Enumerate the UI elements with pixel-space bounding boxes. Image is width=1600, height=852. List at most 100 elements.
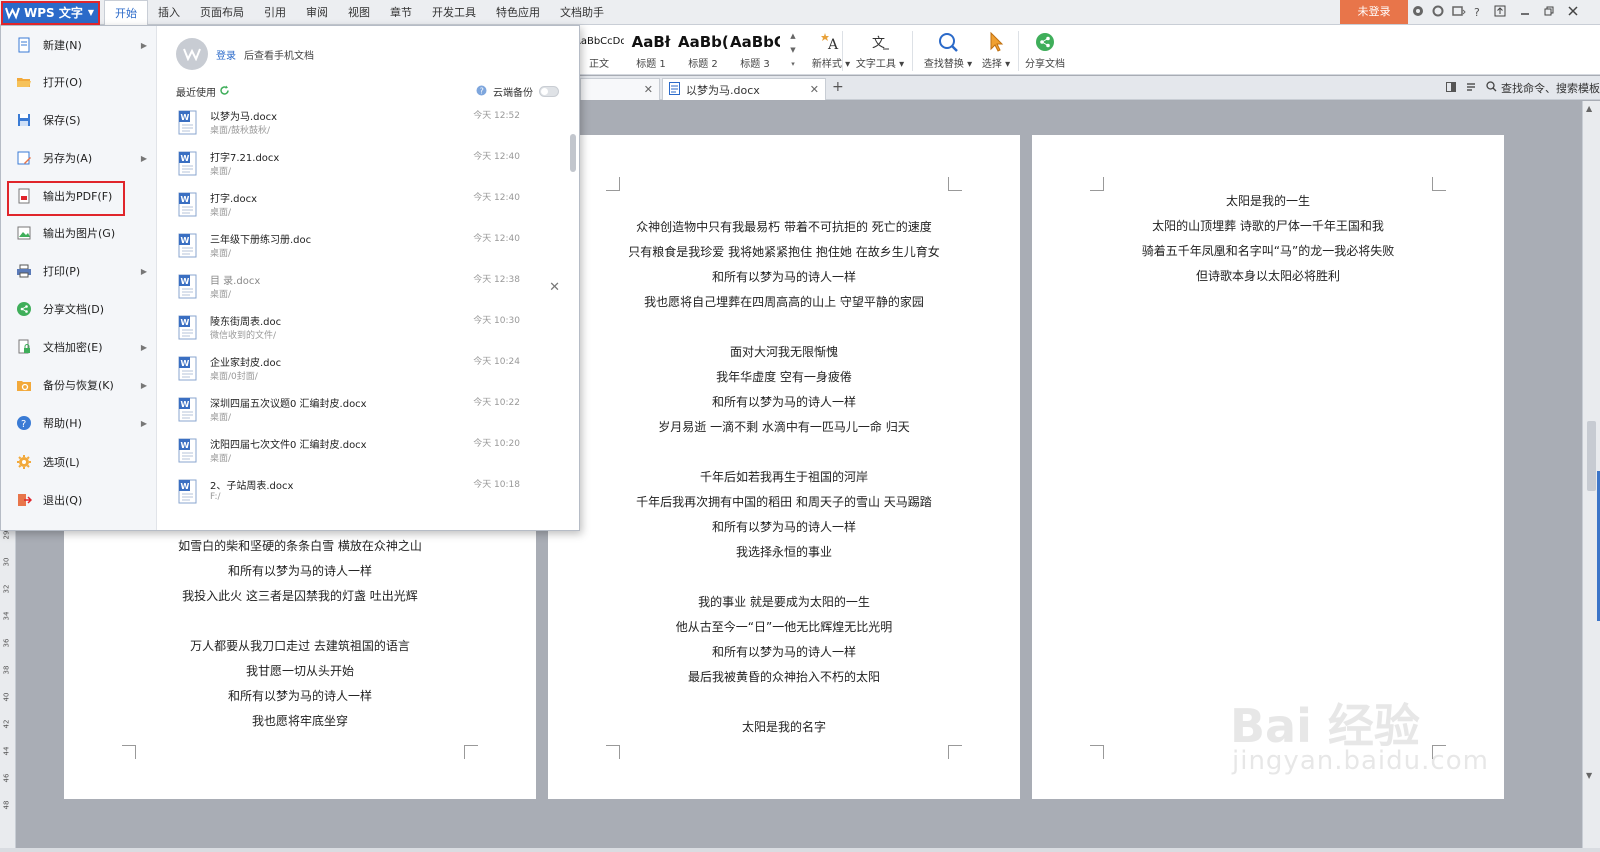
tab-0[interactable]: 开始: [104, 0, 148, 26]
text-line: 太阳是我的一生: [1225, 194, 1310, 208]
list-item[interactable]: W 企业家封皮.doc 桌面/0封面/今天 10:24: [176, 350, 556, 391]
recent-files-panel: 登录 后查看手机文档 最近使用 ? 云端备份 W 以梦为马.docx 桌面/鼓秋鼓秋…: [158, 26, 579, 530]
recent-files-list: W 以梦为马.docx 桌面/鼓秋鼓秋/今天 12:52 W 打字7.21.docx 桌面…: [158, 104, 566, 524]
close-tab-icon[interactable]: ✕: [810, 83, 819, 96]
scroll-down-icon[interactable]: ▼: [1586, 771, 1592, 780]
text-line: 我年华虚度 空有一身疲倦: [716, 370, 852, 384]
menu-item-save-as[interactable]: 另存为(A) ▶: [7, 142, 151, 174]
tab-7[interactable]: 开发工具: [422, 0, 486, 25]
tab-6[interactable]: 章节: [380, 0, 422, 25]
style-preset-0[interactable]: AaBbCcDd 正文: [574, 29, 624, 73]
svg-text:W: W: [181, 482, 190, 491]
menu-item-exit[interactable]: 退出(Q): [7, 484, 151, 516]
text-line: 我也愿将自己埋葬在四周高高的山上 守望平静的家园: [644, 295, 924, 309]
text-line: 和所有以梦为马的诗人一样: [711, 270, 856, 284]
style-preset-2[interactable]: AaBb(标题 2: [678, 29, 728, 73]
layout-icon[interactable]: [1466, 82, 1476, 95]
menu-item-share[interactable]: 分享文档(D): [7, 293, 151, 325]
share-document-button[interactable]: 分享文档: [1022, 29, 1068, 73]
panel-toggle-icon[interactable]: [1446, 82, 1456, 95]
login-link[interactable]: 登录: [216, 47, 236, 62]
cloud-backup-control: ? 云端备份: [476, 84, 559, 99]
file-path: 桌面/: [210, 208, 232, 218]
restore-icon[interactable]: [1544, 5, 1554, 19]
vertical-scrollbar[interactable]: ▲ ▼: [1582, 101, 1600, 848]
recent-files-scrollbar[interactable]: [570, 106, 576, 526]
scroll-up-icon[interactable]: ▲: [1586, 104, 1592, 113]
list-item[interactable]: W 深圳四届五次议题0 汇编封皮.docx 桌面/今天 10:22: [176, 391, 556, 432]
page-margin-marker: [606, 745, 620, 759]
menu-item-save[interactable]: 保存(S): [7, 104, 151, 136]
menu-item-help[interactable]: ? 帮助(H) ▶: [7, 407, 151, 439]
style-preset-3[interactable]: AaBbC 标题 3: [730, 29, 780, 73]
svg-text:W: W: [181, 359, 190, 368]
tab-2[interactable]: 页面布局: [190, 0, 254, 25]
doc-tab-active[interactable]: 以梦为马.docx ✕: [662, 78, 826, 100]
scrollbar-thumb[interactable]: [1587, 421, 1596, 491]
list-item[interactable]: W 目 录.docx 桌面/今天 12:38 ✕: [176, 268, 560, 309]
ribbon-tabs: 开始 插入 页面布局 引用 审阅 视图 章节 开发工具 特色应用 文档助手: [104, 0, 614, 26]
menu-item-label: 另存为(A): [43, 152, 93, 165]
cloud-backup-toggle[interactable]: [539, 86, 559, 97]
file-name: 2、子站周表.docx: [210, 481, 294, 492]
list-item[interactable]: W 以梦为马.docx 桌面/鼓秋鼓秋/今天 12:52: [176, 104, 556, 145]
minimize-icon[interactable]: [1520, 5, 1530, 19]
menu-item-folder-open[interactable]: 打开(O): [7, 66, 151, 98]
help-icon: ?: [15, 414, 33, 432]
ruler-mark: 44: [2, 746, 11, 756]
list-item[interactable]: W 沈阳四届七次文件0 汇编封皮.docx 桌面/今天 10:20: [176, 432, 556, 473]
upload-icon[interactable]: [1494, 5, 1506, 20]
login-button[interactable]: 未登录: [1340, 0, 1408, 24]
text-tools-label: 文字工具: [855, 59, 896, 70]
list-item[interactable]: W 打字7.21.docx 桌面/今天 12:40: [176, 145, 556, 186]
menu-item-lock-document[interactable]: 文档加密(E) ▶: [7, 331, 151, 363]
svg-text:W: W: [181, 318, 190, 327]
doc-tab-previous[interactable]: ✕: [580, 78, 660, 100]
tab-5[interactable]: 视图: [338, 0, 380, 25]
remove-item-icon[interactable]: ✕: [549, 280, 560, 295]
list-item[interactable]: W 2、子站周表.docx F:/ 今天 10:18: [176, 473, 556, 514]
tab-4[interactable]: 审阅: [296, 0, 338, 25]
file-name: 目 录.docx: [210, 276, 261, 287]
close-icon[interactable]: [1568, 5, 1578, 19]
style-gallery-scroll[interactable]: ▲ ▼ ▾: [786, 29, 800, 73]
menu-item-printer[interactable]: 打印(P) ▶: [7, 255, 151, 287]
menu-item-image-export[interactable]: 输出为图片(G): [7, 217, 151, 249]
svg-text:W: W: [181, 113, 190, 122]
select-label: 选择: [981, 59, 1002, 70]
skin-icon[interactable]: [1412, 5, 1424, 20]
tab-9[interactable]: 文档助手: [550, 0, 614, 25]
document-page-2[interactable]: 众神创造物中只有我最易朽 带着不可抗拒的 死亡的速度 只有粮食是我珍爱 我将她紧紧…: [548, 135, 1020, 799]
menu-item-new-document[interactable]: 新建(N) ▶: [7, 29, 151, 61]
menu-item-gear[interactable]: 选项(L): [7, 446, 151, 478]
tab-1[interactable]: 插入: [148, 0, 190, 25]
text-tools-button[interactable]: 文 文字工具 ▾: [852, 29, 908, 73]
list-item[interactable]: W 三年级下册练习册.doc 桌面/今天 12:40: [176, 227, 556, 268]
page-3-text: 太阳是我的一生 太阳的山顶埋葬 诗歌的尸体一千年王国和我 骑着五千年凤凰和名字叫“马…: [1032, 189, 1504, 289]
refresh-icon[interactable]: [219, 85, 230, 99]
search-command-box[interactable]: 查找命令、搜索模板: [1486, 80, 1600, 96]
tab-3[interactable]: 引用: [254, 0, 296, 25]
list-item[interactable]: W 打字.docx 桌面/今天 12:40: [176, 186, 556, 227]
search-command-label: 查找命令、搜索模板: [1501, 82, 1600, 95]
style-preset-1[interactable]: AaBł 标题 1: [626, 29, 676, 73]
close-tab-icon[interactable]: ✕: [644, 83, 653, 96]
save-icon: [15, 111, 33, 129]
find-replace-button[interactable]: 查找替换 ▾: [920, 29, 976, 73]
feedback-icon[interactable]: [1452, 5, 1466, 20]
text-line: 我甘愿一切从头开始: [245, 664, 354, 678]
menu-item-backup[interactable]: 备份与恢复(K) ▶: [7, 369, 151, 401]
select-button[interactable]: 选择 ▾: [978, 29, 1014, 73]
avatar[interactable]: [176, 38, 208, 70]
list-item[interactable]: W 陵东街周表.doc 微信收到的文件/今天 10:30: [176, 309, 556, 350]
settings-icon[interactable]: [1432, 5, 1444, 20]
folder-open-icon: [15, 73, 33, 91]
text-line: [548, 315, 1020, 340]
scrollbar-thumb[interactable]: [570, 134, 576, 172]
help-button[interactable]: ?: [1474, 6, 1480, 19]
page-margin-marker: [122, 745, 136, 759]
tab-8[interactable]: 特色应用: [486, 0, 550, 25]
new-tab-plus-icon[interactable]: +: [832, 79, 844, 95]
new-style-button[interactable]: A 新样式 ▾: [808, 29, 854, 73]
menu-item-label: 帮助(H): [43, 417, 82, 430]
